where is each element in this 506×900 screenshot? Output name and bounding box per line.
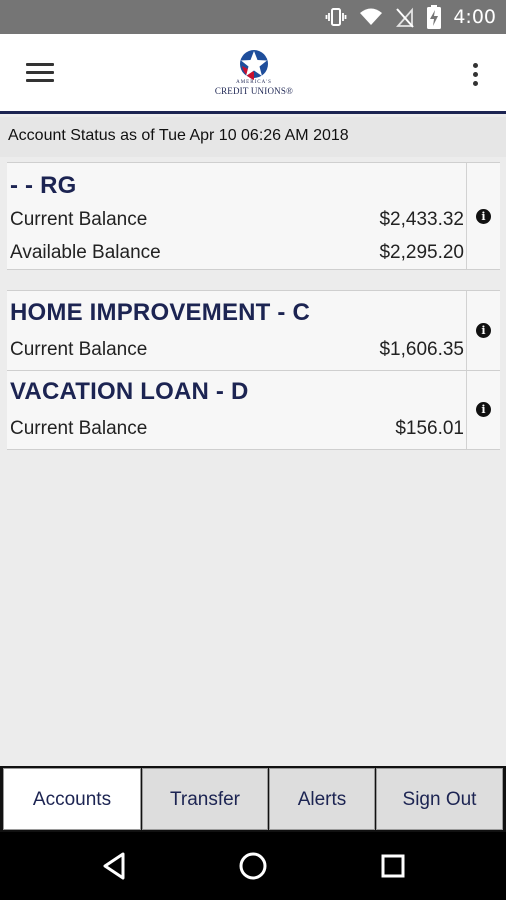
- logo-small-text: AMERICA'S: [236, 80, 272, 85]
- back-icon[interactable]: [94, 846, 134, 886]
- account-name: HOME IMPROVEMENT - C: [10, 299, 311, 326]
- app-bar: AMERICA'S CREDIT UNIONS®: [0, 34, 506, 114]
- balance-label: Current Balance: [10, 209, 148, 230]
- more-vert-icon[interactable]: [466, 61, 486, 89]
- account-card[interactable]: HOME IMPROVEMENT - C Current Balance $1,…: [7, 291, 500, 370]
- divider: [7, 269, 500, 270]
- info-icon[interactable]: i: [476, 209, 491, 224]
- tab-sign-out[interactable]: Sign Out: [376, 768, 503, 830]
- hamburger-menu-icon[interactable]: [26, 63, 54, 83]
- balance-value: $2,295.20: [379, 242, 464, 263]
- balance-value: $2,433.32: [379, 209, 464, 230]
- balance-label: Current Balance: [10, 339, 148, 360]
- account-card-body: HOME IMPROVEMENT - C Current Balance $1,…: [7, 291, 467, 370]
- info-icon[interactable]: i: [476, 323, 491, 338]
- recents-icon[interactable]: [373, 846, 413, 886]
- account-card-body: - - RG Current Balance $2,433.32 Availab…: [7, 163, 467, 269]
- logo-text: CREDIT UNIONS®: [214, 86, 294, 96]
- tab-transfer[interactable]: Transfer: [142, 768, 268, 830]
- account-name: VACATION LOAN - D: [10, 378, 249, 405]
- no-sim-icon: [396, 7, 415, 28]
- status-time: 4:00: [453, 6, 496, 28]
- info-icon[interactable]: i: [476, 402, 491, 417]
- balance-value: $1,606.35: [379, 339, 464, 360]
- account-status-header: Account Status as of Tue Apr 10 06:26 AM…: [0, 117, 506, 157]
- account-card[interactable]: - - RG Current Balance $2,433.32 Availab…: [7, 163, 500, 269]
- home-icon[interactable]: [233, 846, 273, 886]
- system-nav-bar: [0, 832, 506, 900]
- bottom-tab-bar: Accounts Transfer Alerts Sign Out: [0, 766, 506, 832]
- account-name: - - RG: [10, 172, 77, 199]
- account-card[interactable]: VACATION LOAN - D Current Balance $156.0…: [7, 371, 500, 449]
- balance-value: $156.01: [395, 418, 464, 439]
- account-card-body: VACATION LOAN - D Current Balance $156.0…: [7, 371, 467, 449]
- divider: [7, 449, 500, 450]
- status-bar: 4:00: [0, 0, 506, 34]
- vibrate-icon: [325, 8, 347, 26]
- wifi-icon: [360, 8, 383, 25]
- balance-label: Current Balance: [10, 418, 148, 439]
- tab-accounts[interactable]: Accounts: [3, 768, 141, 830]
- balance-label: Available Balance: [10, 242, 161, 263]
- tab-alerts[interactable]: Alerts: [269, 768, 375, 830]
- battery-charging-icon: [427, 5, 442, 29]
- status-icons: 4:00: [325, 0, 496, 34]
- credit-union-logo: AMERICA'S CREDIT UNIONS®: [214, 46, 294, 102]
- star-logo-icon: [240, 50, 268, 80]
